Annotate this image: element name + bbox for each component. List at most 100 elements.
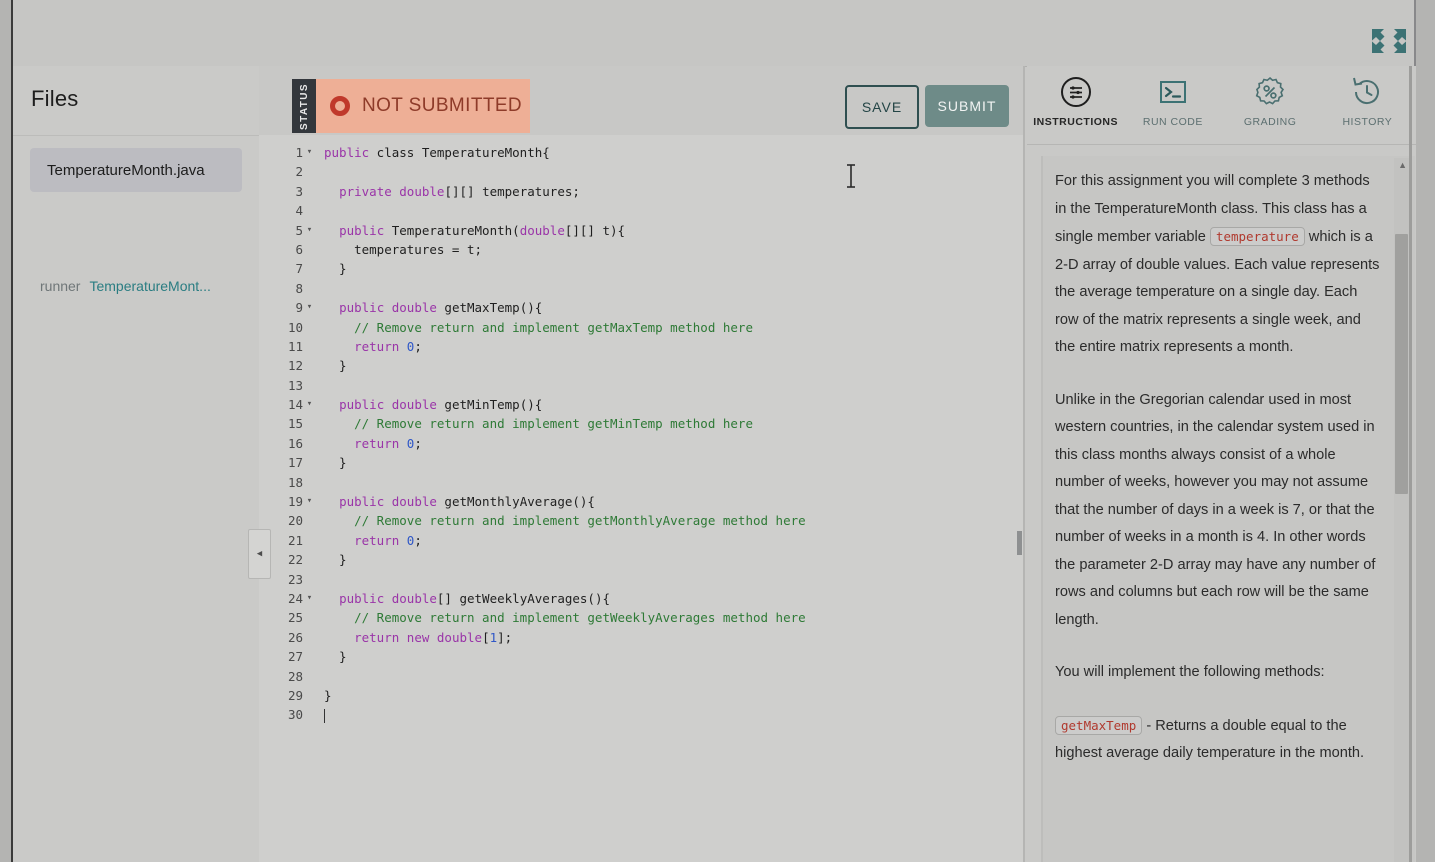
instructions-paragraph-4: getMaxTemp - Returns a double equal to t… (1055, 712, 1383, 768)
tab-history[interactable]: HISTORY (1319, 66, 1416, 145)
line-number: 21 (287, 532, 303, 548)
code-line[interactable]: 29} (273, 686, 1023, 705)
editor-scrollbar-thumb[interactable] (1017, 531, 1022, 555)
code-text: public class TemperatureMonth{ (324, 145, 550, 160)
code-text: return new double[1]; (354, 629, 513, 645)
code-line[interactable]: 16 return 0; (273, 434, 1023, 453)
code-text: private double[][] temperatures; (339, 183, 580, 199)
code-line[interactable]: 12 } (273, 356, 1023, 375)
line-number: 5 (295, 222, 303, 238)
line-number: 16 (287, 435, 303, 451)
scroll-up-arrow-icon[interactable]: ▲ (1398, 160, 1407, 170)
code-line[interactable]: 9 ▾ public double getMaxTemp(){ (273, 298, 1023, 317)
code-line[interactable]: 23 (273, 570, 1023, 589)
tab-grading[interactable]: GRADING (1222, 66, 1319, 145)
code-line[interactable]: 25 // Remove return and implement getWee… (273, 608, 1023, 627)
tab-run-code[interactable]: RUN CODE (1124, 66, 1221, 145)
code-text: } (324, 455, 347, 471)
line-number: 27 (287, 649, 303, 665)
code-line[interactable]: 4 (273, 201, 1023, 220)
instructions-scrollbar-thumb[interactable] (1395, 234, 1408, 494)
code-lines[interactable]: 1 ▾ public class TemperatureMonth{2 3 priva… (273, 143, 1023, 725)
line-number: 23 (287, 571, 303, 587)
code-text: } (324, 261, 347, 277)
code-line[interactable]: 3 private double[][] temperatures; (273, 182, 1023, 201)
line-number: 11 (287, 338, 303, 354)
code-line[interactable]: 24 ▾ public double[] getWeeklyAverages(){ (273, 589, 1023, 608)
tab-instructions-label: INSTRUCTIONS (1033, 116, 1118, 128)
code-line[interactable]: 30 (273, 705, 1023, 724)
fold-triangle-icon[interactable]: ▾ (303, 143, 316, 162)
code-text: // Remove return and implement getMaxTem… (354, 319, 753, 335)
code-line[interactable]: 28 (273, 667, 1023, 686)
code-line[interactable]: 2 (273, 162, 1023, 181)
code-text: public double getMaxTemp(){ (339, 300, 543, 316)
code-line[interactable]: 20 // Remove return and implement getMon… (273, 511, 1023, 530)
line-number: 8 (295, 280, 303, 296)
code-line[interactable]: 17 } (273, 453, 1023, 472)
code-line[interactable]: 21 return 0; (273, 531, 1023, 550)
editor-header: STATUS NOT SUBMITTED SAVE SUBMIT (259, 66, 1025, 135)
code-text: temperatures = t; (324, 241, 483, 257)
expand-fullscreen-icon[interactable] (1369, 26, 1409, 56)
code-line[interactable]: 18 (273, 473, 1023, 492)
line-number: 7 (295, 261, 303, 277)
code-line[interactable]: 22 } (273, 550, 1023, 569)
code-line[interactable]: 13 (273, 376, 1023, 395)
line-number: 17 (287, 455, 303, 471)
tab-run-code-label: RUN CODE (1142, 116, 1203, 128)
code-line[interactable]: 27 } (273, 647, 1023, 666)
code-line[interactable]: 11 return 0; (273, 337, 1023, 356)
code-text: return 0; (354, 532, 422, 548)
runner-file-row[interactable]: runner TemperatureMont... (40, 278, 211, 294)
instructions-list-icon (1059, 75, 1093, 109)
line-number: 19 (287, 494, 303, 510)
status-badge: NOT SUBMITTED (316, 79, 530, 133)
code-line[interactable]: 5 ▾ public TemperatureMonth(double[][] t)… (273, 221, 1023, 240)
code-line[interactable]: 6 temperatures = t; (273, 240, 1023, 259)
code-line[interactable]: 7 } (273, 259, 1023, 278)
code-line[interactable]: 1 ▾ public class TemperatureMonth{ (273, 143, 1023, 162)
code-line[interactable]: 14 ▾ public double getMinTemp(){ (273, 395, 1023, 414)
line-number: 9 (295, 300, 303, 316)
line-number: 10 (287, 319, 303, 335)
line-number: 30 (287, 707, 303, 723)
file-item-temperaturemonth-java[interactable]: TemperatureMonth.java (30, 148, 242, 192)
code-editor[interactable]: ◀ 1 ▾ public class TemperatureMonth{2 3 pri… (248, 135, 1025, 862)
code-line[interactable]: 19 ▾ public double getMonthlyAverage(){ (273, 492, 1023, 511)
submit-button[interactable]: SUBMIT (925, 85, 1009, 127)
files-divider (13, 135, 259, 136)
fold-triangle-icon[interactable]: ▾ (303, 221, 316, 240)
fold-triangle-icon[interactable]: ▾ (303, 492, 316, 511)
fold-triangle-icon[interactable]: ▾ (303, 589, 316, 608)
code-line[interactable]: 8 (273, 279, 1023, 298)
fold-triangle-icon[interactable]: ▾ (303, 298, 316, 317)
code-text: public double getMinTemp(){ (339, 397, 543, 413)
tabs-underline (1027, 144, 1416, 145)
code-text: public TemperatureMonth(double[][] t){ (339, 222, 626, 238)
code-line[interactable]: 10 // Remove return and implement getMax… (273, 318, 1023, 337)
line-number: 25 (287, 610, 303, 626)
instructions-p1-part-b: which is a 2-D array of double values. E… (1055, 229, 1380, 355)
text-caret (324, 708, 325, 723)
code-line[interactable]: 15 // Remove return and implement getMin… (273, 414, 1023, 433)
code-text: public double getMonthlyAverage(){ (339, 494, 595, 510)
code-text: public double[] getWeeklyAverages(){ (339, 590, 610, 606)
save-button[interactable]: SAVE (845, 85, 919, 129)
line-number: 13 (287, 377, 303, 393)
tab-instructions[interactable]: INSTRUCTIONS (1027, 66, 1124, 145)
chevron-left-icon[interactable]: ◀ (248, 529, 271, 579)
code-line[interactable]: 26 return new double[1]; (273, 628, 1023, 647)
fold-triangle-icon[interactable]: ▾ (303, 395, 316, 414)
